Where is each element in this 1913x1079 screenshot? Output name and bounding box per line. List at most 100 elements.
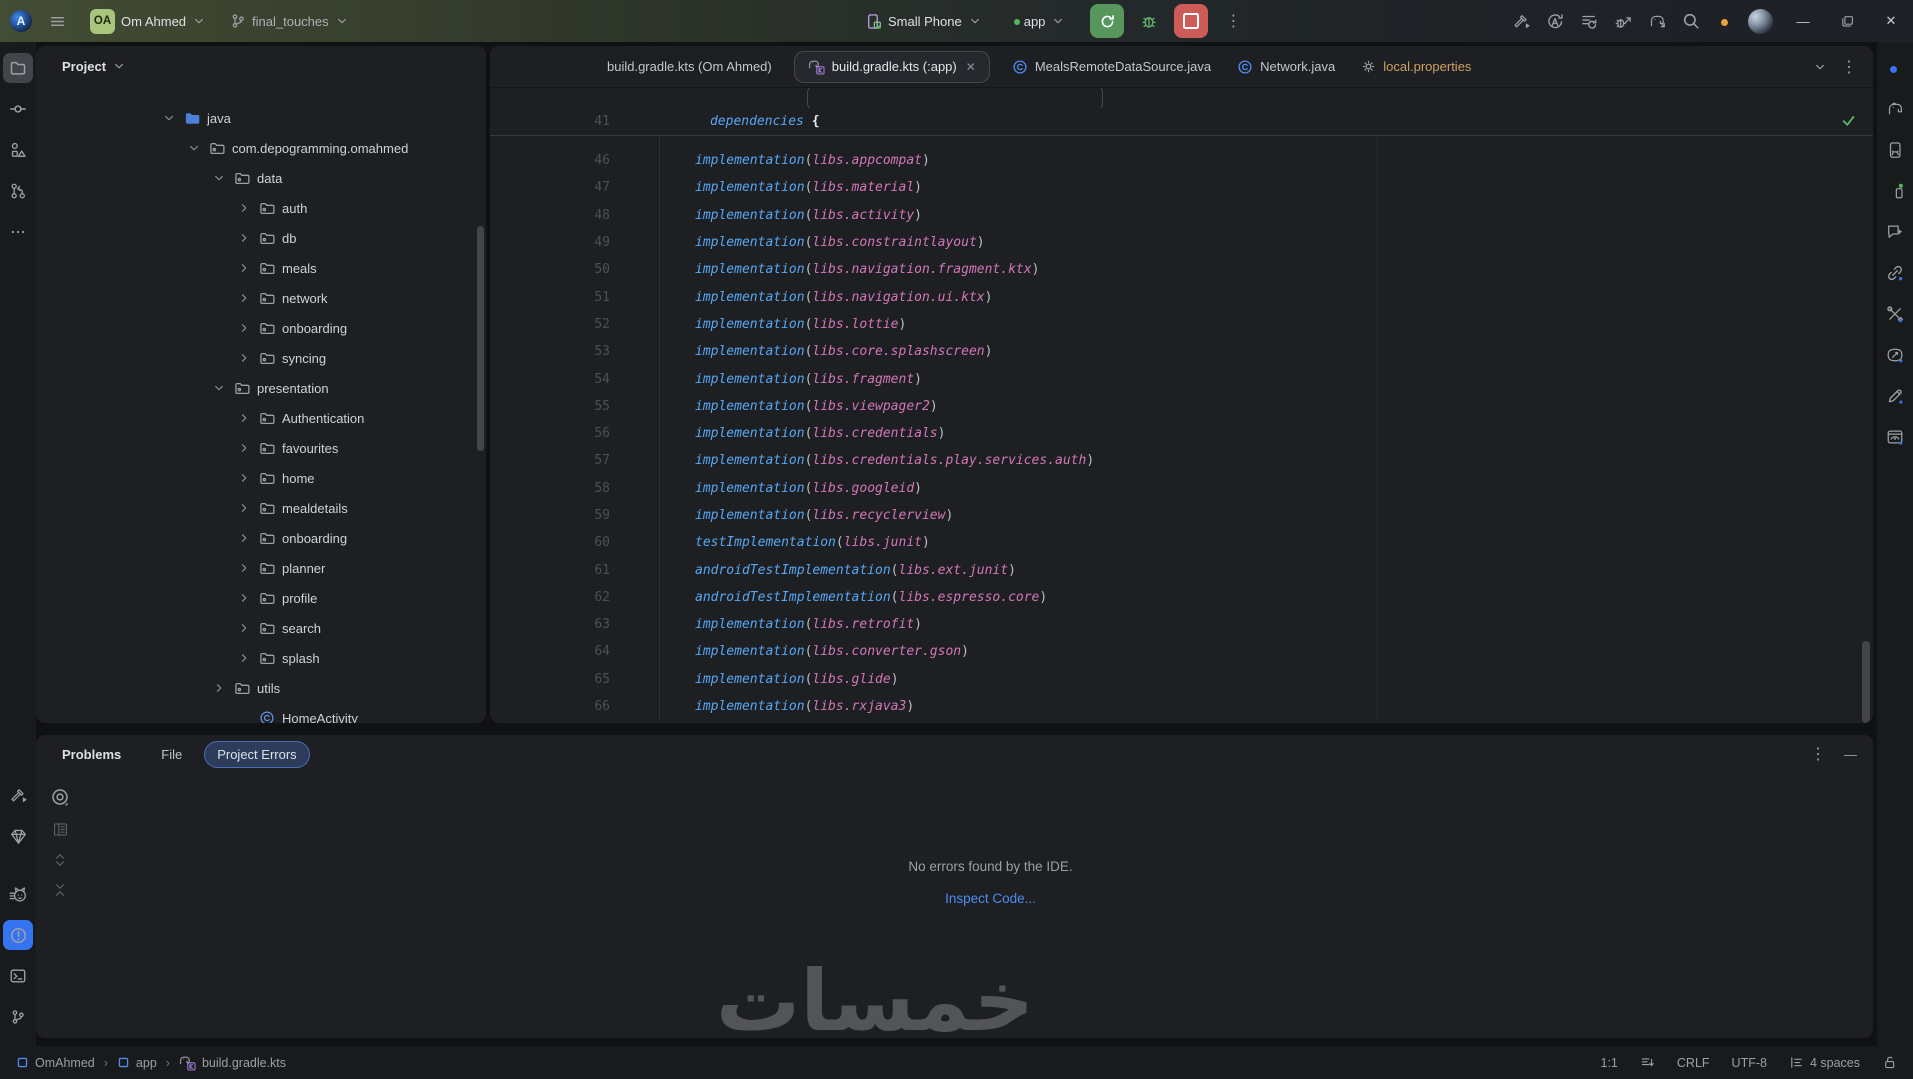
editor-scrollbar[interactable] <box>1862 641 1870 723</box>
tree-item-profile[interactable]: profile <box>36 583 486 613</box>
tree-collapse-chevron-icon[interactable] <box>161 111 177 125</box>
code-line-61[interactable]: 61 androidTestImplementation(libs.ext.jun… <box>490 556 1873 583</box>
project-tree-scrollbar[interactable] <box>477 226 484 451</box>
app-quality-insights-tool-button[interactable] <box>3 821 33 851</box>
app-links-tool-button[interactable] <box>1880 258 1910 288</box>
more-tool-button[interactable] <box>3 217 33 247</box>
tree-collapse-chevron-icon[interactable] <box>186 141 202 155</box>
line-separator-icon[interactable] <box>1640 1055 1655 1070</box>
tree-item-network[interactable]: network <box>36 283 486 313</box>
project-widget[interactable]: OA Om Ahmed <box>83 6 213 36</box>
editor-tab-build.gradle.kts-Om-Ahmed-[interactable]: build.gradle.kts (Om Ahmed) <box>594 47 785 87</box>
project-panel-header[interactable]: Project <box>36 46 486 86</box>
problems-tool-button[interactable] <box>3 920 33 950</box>
line-separator-widget[interactable]: CRLF <box>1677 1056 1710 1070</box>
code-line-60[interactable]: 60 testImplementation(libs.junit) <box>490 529 1873 556</box>
indent-widget[interactable]: 4 spaces <box>1789 1055 1860 1070</box>
window-close-button[interactable]: ✕ <box>1869 0 1913 42</box>
inspection-ok-check-icon[interactable] <box>1840 112 1857 129</box>
tab-options-button[interactable]: ⋮ <box>1841 57 1857 77</box>
editor-tab-Network.java[interactable]: Network.java <box>1224 47 1348 87</box>
user-avatar[interactable] <box>1748 8 1773 34</box>
preview-panel-icon[interactable] <box>52 821 69 838</box>
inspect-code-link[interactable]: Inspect Code... <box>945 891 1036 906</box>
editor-tab-local.properties[interactable]: local.properties <box>1348 47 1484 87</box>
tree-item-mealdetails[interactable]: mealdetails <box>36 493 486 523</box>
hidden-tabs-chevron-icon[interactable] <box>1813 60 1827 74</box>
code-line-55[interactable]: 55 implementation(libs.viewpager2) <box>490 393 1873 420</box>
device-selector[interactable]: Small Phone <box>858 6 989 36</box>
tree-expand-chevron-icon[interactable] <box>236 621 252 635</box>
code-line-57[interactable]: 57 implementation(libs.credentials.play.s… <box>490 447 1873 474</box>
code-line-49[interactable]: 49 implementation(libs.constraintlayout) <box>490 229 1873 256</box>
code-line-58[interactable]: 58 implementation(libs.googleid) <box>490 475 1873 502</box>
project-tool-button[interactable] <box>3 53 33 83</box>
tree-item-presentation[interactable]: presentation <box>36 373 486 403</box>
tree-expand-chevron-icon[interactable] <box>236 411 252 425</box>
stop-button[interactable] <box>1174 4 1209 38</box>
run-configuration-selector[interactable]: app <box>1011 6 1073 36</box>
tree-item-splash[interactable]: splash <box>36 643 486 673</box>
assistant-tools-tool-button[interactable] <box>1880 299 1910 329</box>
gemini-tool-button[interactable] <box>1880 217 1910 247</box>
more-run-actions-button[interactable]: ⋮ <box>1216 4 1250 38</box>
tree-item-com.depogramming.omahmed[interactable]: com.depogramming.omahmed <box>36 133 486 163</box>
code-line-47[interactable]: 47 implementation(libs.material) <box>490 174 1873 201</box>
tree-item-onboarding[interactable]: onboarding <box>36 523 486 553</box>
device-manager-tool-button[interactable] <box>1880 135 1910 165</box>
tree-item-data[interactable]: data <box>36 163 486 193</box>
code-line-63[interactable]: 63 implementation(libs.retrofit) <box>490 611 1873 638</box>
tree-expand-chevron-icon[interactable] <box>236 261 252 275</box>
tab-project-errors[interactable]: Project Errors <box>204 740 310 768</box>
code-line-51[interactable]: 51 implementation(libs.navigation.ui.ktx) <box>490 283 1873 310</box>
structure-tool-button[interactable] <box>3 135 33 165</box>
tree-expand-chevron-icon[interactable] <box>236 291 252 305</box>
tree-item-utils[interactable]: utils <box>36 673 486 703</box>
tree-expand-chevron-icon[interactable] <box>211 681 227 695</box>
breadcrumb-item-app[interactable]: app <box>117 1056 157 1070</box>
code-line-62[interactable]: 62 androidTestImplementation(libs.espress… <box>490 584 1873 611</box>
build-button[interactable] <box>1504 4 1538 38</box>
tree-item-db[interactable]: db <box>36 223 486 253</box>
version-control-tool-button[interactable] <box>3 1002 33 1032</box>
tree-item-syncing[interactable]: syncing <box>36 343 486 373</box>
gradle-tool-button[interactable] <box>1880 94 1910 124</box>
code-line-65[interactable]: 65 implementation(libs.glide) <box>490 666 1873 693</box>
branch-widget[interactable]: final_touches <box>223 6 356 36</box>
breadcrumb-item-OmAhmed[interactable]: OmAhmed <box>16 1056 95 1070</box>
code-editor[interactable]: 46 implementation(libs.appcompat) 47 implem… <box>490 136 1873 723</box>
tree-item-auth[interactable]: auth <box>36 193 486 223</box>
code-line-59[interactable]: 59 implementation(libs.recyclerview) <box>490 502 1873 529</box>
tree-expand-chevron-icon[interactable] <box>236 201 252 215</box>
sync-gradle-button[interactable] <box>1640 4 1674 38</box>
problems-hide-button[interactable]: — <box>1844 747 1857 762</box>
window-minimize-button[interactable]: — <box>1781 0 1825 42</box>
breadcrumb-item-build.gradle.kts[interactable]: build.gradle.kts <box>179 1054 286 1071</box>
code-line-54[interactable]: 54 implementation(libs.fragment) <box>490 365 1873 392</box>
preview-tool-button[interactable] <box>1880 422 1910 452</box>
tree-expand-chevron-icon[interactable] <box>236 351 252 365</box>
tab-close-icon[interactable]: ✕ <box>966 60 976 74</box>
tree-item-meals[interactable]: meals <box>36 253 486 283</box>
tree-item-onboarding[interactable]: onboarding <box>36 313 486 343</box>
terminal-tool-button[interactable] <box>3 961 33 991</box>
tree-collapse-chevron-icon[interactable] <box>211 381 227 395</box>
collapse-all-icon[interactable] <box>52 882 68 898</box>
rerun-app-button[interactable] <box>1090 4 1125 38</box>
code-line-50[interactable]: 50 implementation(libs.navigation.fragmen… <box>490 256 1873 283</box>
tree-item-java[interactable]: java <box>36 103 486 133</box>
tree-expand-chevron-icon[interactable] <box>236 231 252 245</box>
code-line-66[interactable]: 66 implementation(libs.rxjava3) <box>490 693 1873 720</box>
logcat-tool-button[interactable] <box>3 879 33 909</box>
code-line-48[interactable]: 48 implementation(libs.activity) <box>490 202 1873 229</box>
editor-tab-MealsRemoteDataSource.java[interactable]: MealsRemoteDataSource.java <box>999 47 1224 87</box>
expand-all-icon[interactable] <box>52 852 68 868</box>
tab-file[interactable]: File <box>149 742 194 767</box>
tree-expand-chevron-icon[interactable] <box>236 651 252 665</box>
editor-tab-build.gradle.kts-app-[interactable]: build.gradle.kts (:app) ✕ <box>793 50 990 83</box>
code-line-56[interactable]: 56 implementation(libs.credentials) <box>490 420 1873 447</box>
notifications-tool-button[interactable] <box>1880 53 1910 83</box>
settings-button[interactable] <box>1708 4 1742 38</box>
sticky-code-line[interactable]: 41 dependencies { <box>490 108 1873 136</box>
search-everywhere-button[interactable] <box>1674 4 1708 38</box>
